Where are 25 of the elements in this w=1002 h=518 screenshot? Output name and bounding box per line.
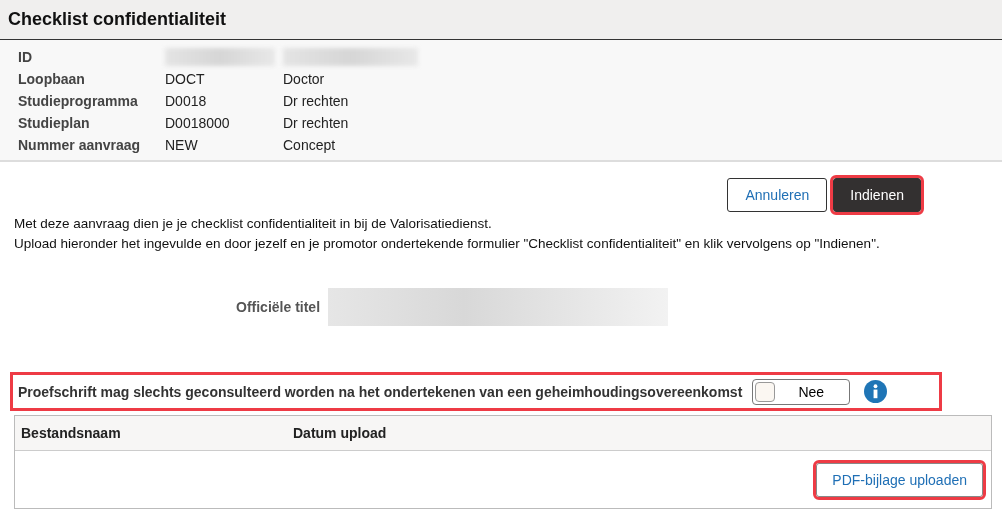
info-label: Studieplan bbox=[18, 115, 91, 131]
info-label: Nummer aanvraag bbox=[18, 137, 142, 153]
field-label: Officiële titel bbox=[236, 299, 321, 315]
cancel-button[interactable]: Annuleren bbox=[727, 178, 828, 212]
info-label: Loopbaan bbox=[18, 71, 86, 87]
column-header: Bestandsnaam bbox=[21, 425, 122, 441]
info-description: Concept bbox=[283, 137, 337, 153]
info-description: Dr rechten bbox=[283, 93, 350, 109]
info-label: Studieprogramma bbox=[18, 93, 139, 109]
info-code: NEW bbox=[165, 137, 199, 153]
info-description: Doctor bbox=[283, 71, 326, 87]
page-title: Checklist confidentialiteit bbox=[8, 9, 227, 30]
info-label: ID bbox=[18, 49, 33, 65]
intro-text: Met deze aanvraag dien je je checklist confidentialiteit in bij de Valorisatiedienst. bbox=[14, 215, 493, 233]
info-icon[interactable] bbox=[864, 380, 888, 403]
info-code: D0018000 bbox=[165, 115, 231, 131]
toggle-switch[interactable]: Nee bbox=[752, 378, 851, 405]
upload-button[interactable]: PDF-bijlage uploaden bbox=[816, 462, 983, 497]
column-header: Datum upload bbox=[293, 425, 388, 441]
question-label: Proefschrift mag slechts geconsulteerd worden na het ondertekenen van een geheimhoudingsovereenkomst bbox=[18, 383, 743, 400]
info-description: Dr rechten bbox=[283, 115, 350, 131]
intro-text: Upload hieronder het ingevulde en door jezelf en je promotor ondertekende formulier "Checklist confidentialiteit" en klik vervolgens op "Indienen". bbox=[14, 235, 881, 253]
submit-button[interactable]: Indienen bbox=[833, 178, 921, 212]
info-code: D0018 bbox=[165, 93, 208, 109]
info-code: DOCT bbox=[165, 71, 206, 87]
